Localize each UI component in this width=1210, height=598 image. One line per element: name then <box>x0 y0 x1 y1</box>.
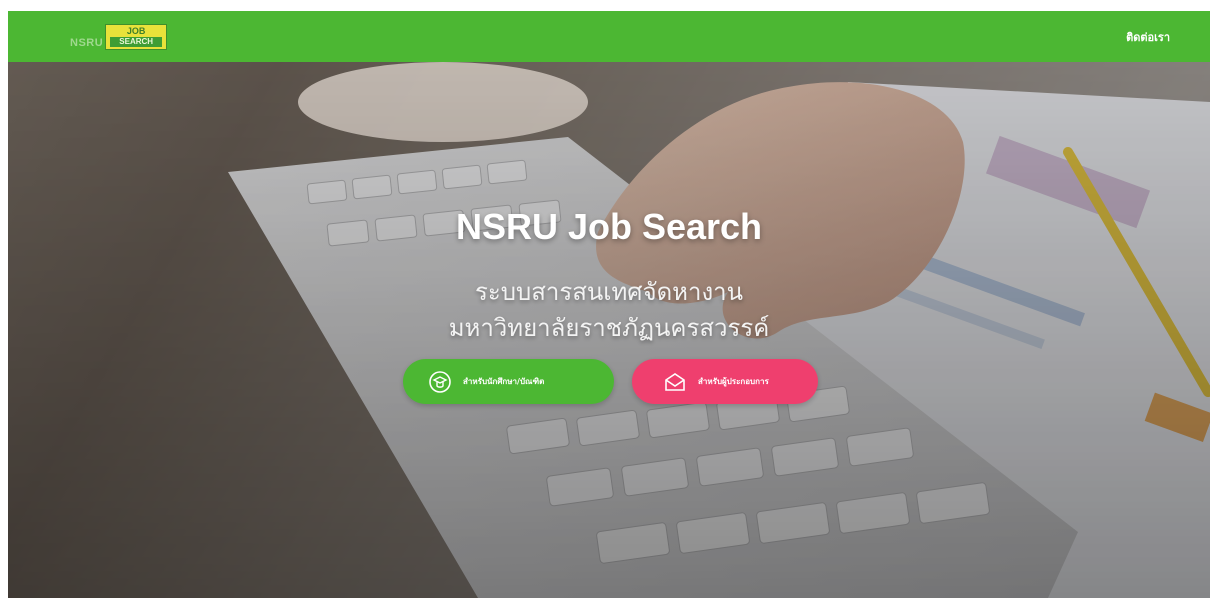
hero-title: NSRU Job Search <box>455 206 763 247</box>
brand-badge: JOB SEARCH <box>105 23 168 50</box>
employer-button[interactable]: สำหรับผู้ประกอบการ <box>632 359 818 404</box>
graduate-icon <box>429 370 451 393</box>
brand-search-text: SEARCH <box>110 36 163 47</box>
envelope-icon <box>664 371 686 393</box>
page: NSRU JOB SEARCH ติดต่อเรา NSRU Job Searc… <box>8 11 1210 598</box>
hero-section: NSRU Job Search ระบบสารสนเทศจัดหางาน มหา… <box>8 62 1210 598</box>
student-button[interactable]: สำหรับนักศึกษา/บัณฑิต <box>403 359 614 404</box>
brand-logo[interactable]: NSRU JOB SEARCH <box>70 23 168 50</box>
employer-button-label: สำหรับผู้ประกอบการ <box>698 377 769 386</box>
brand-prefix: NSRU <box>70 36 104 49</box>
nav-link-contact[interactable]: ติดต่อเรา <box>1126 28 1170 46</box>
brand-job-text: JOB <box>126 25 146 36</box>
hero-subtitle-line1: ระบบสารสนเทศจัดหางาน <box>474 278 744 306</box>
student-button-label: สำหรับนักศึกษา/บัณฑิต <box>463 377 545 386</box>
hero-content: NSRU Job Search ระบบสารสนเทศจัดหางาน มหา… <box>8 62 1210 598</box>
hero-subtitle-line2: มหาวิทยาลัยราชภัฏนครสวรรค์ <box>448 314 770 342</box>
top-navbar: NSRU JOB SEARCH ติดต่อเรา <box>8 11 1210 62</box>
